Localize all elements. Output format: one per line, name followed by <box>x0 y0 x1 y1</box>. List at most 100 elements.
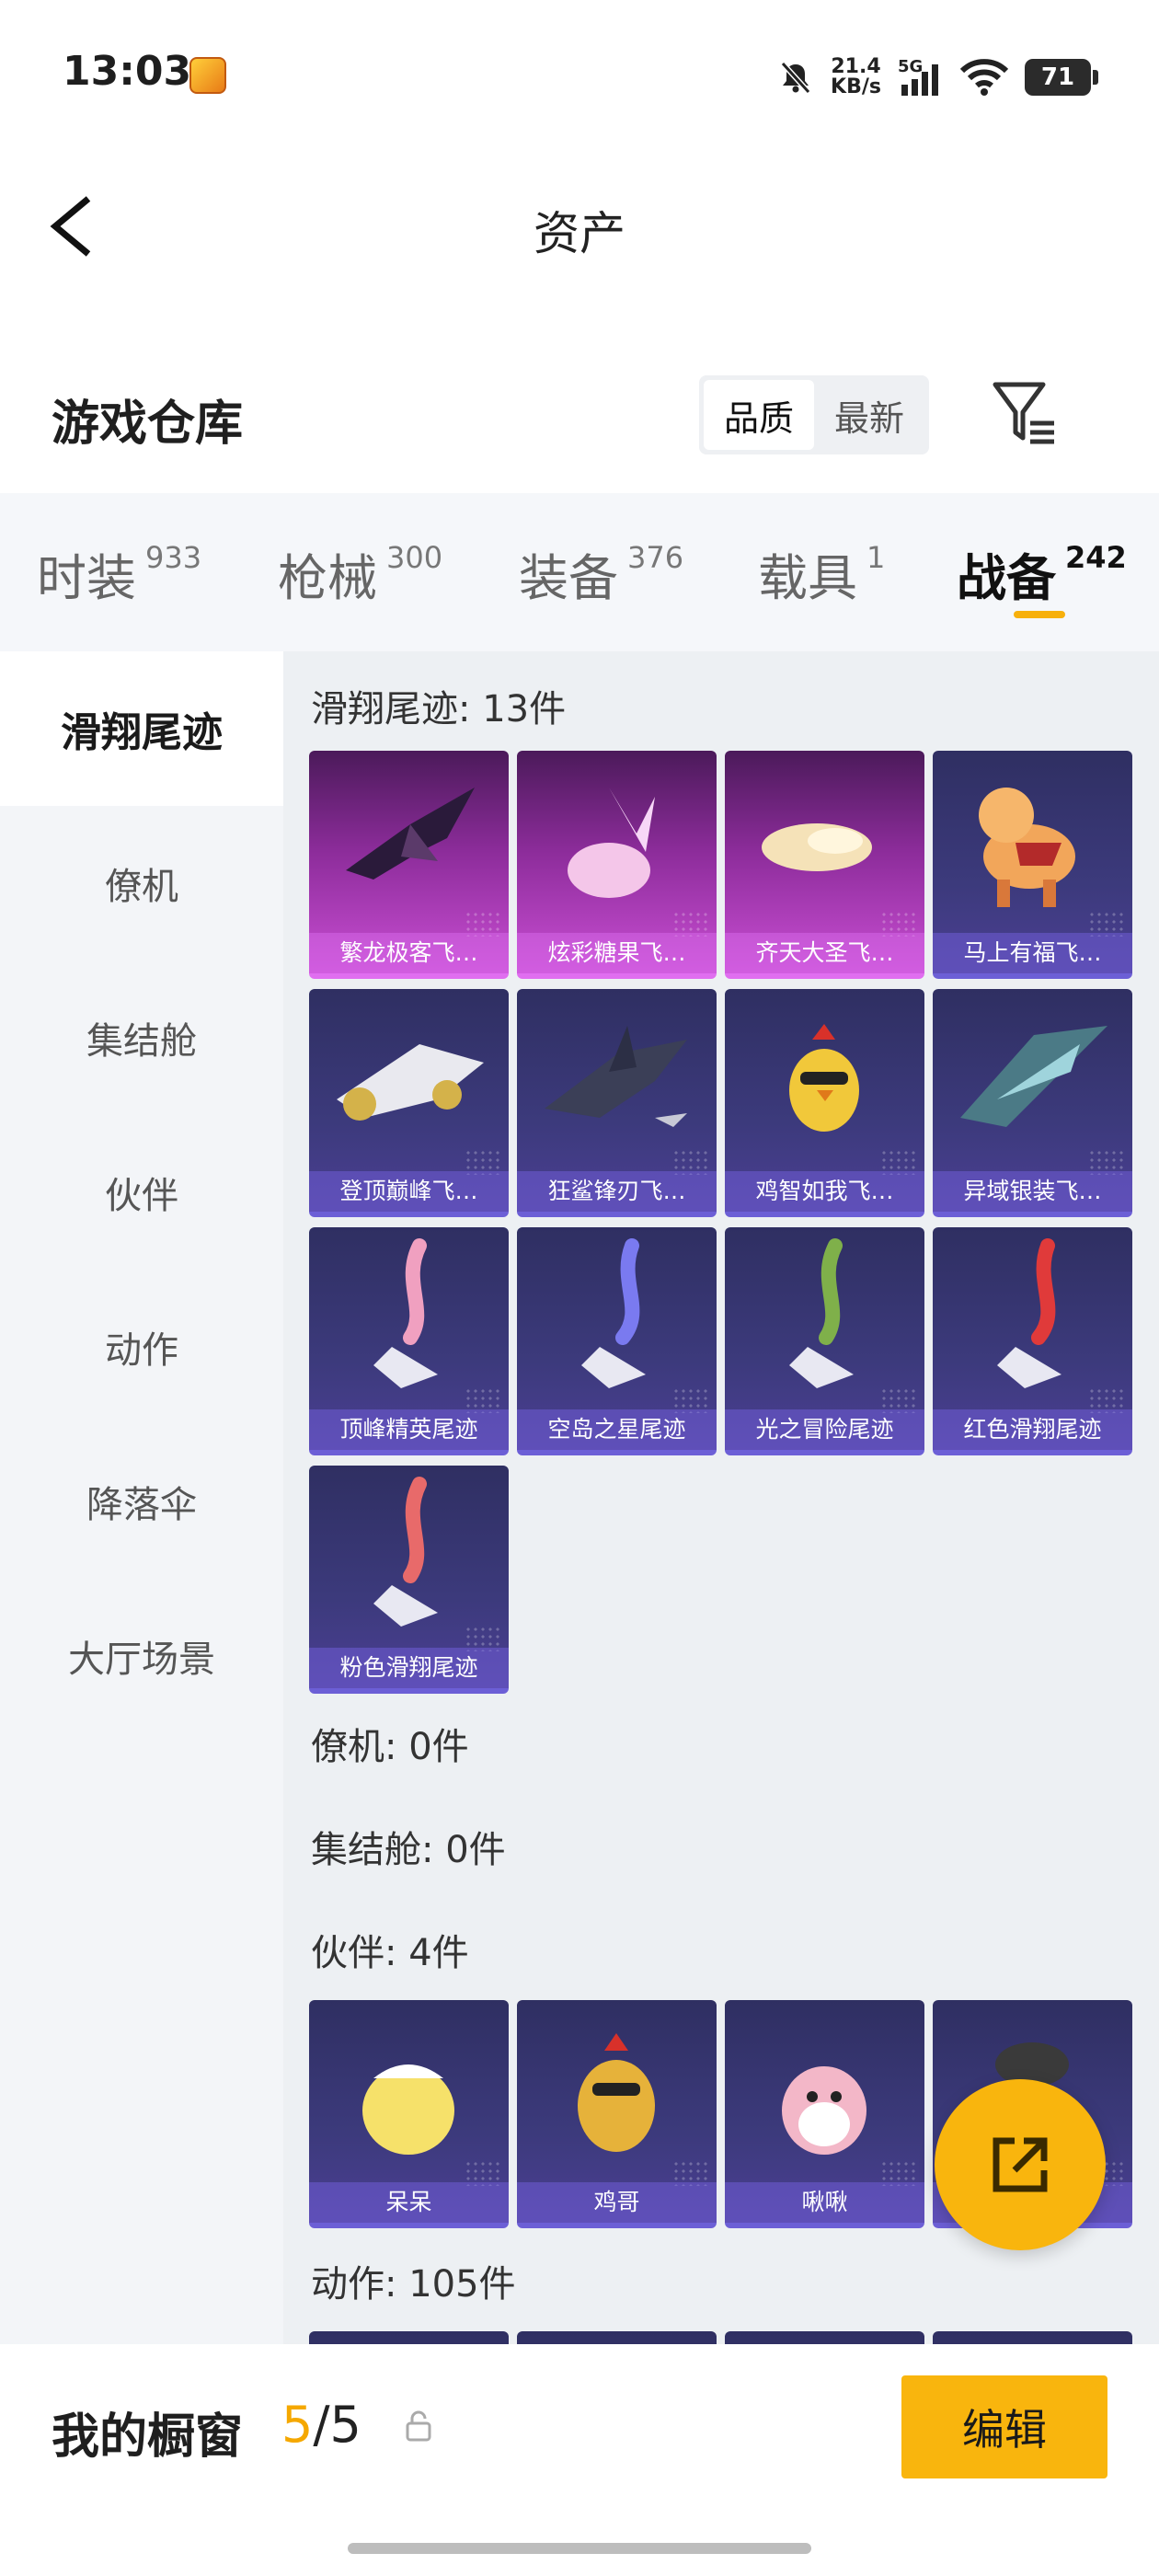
item-label: 顶峰精英尾迹 <box>309 1409 509 1450</box>
page-title: 资产 <box>534 207 625 260</box>
top-app-bar: 资产 <box>0 156 1159 294</box>
sort-option-quality[interactable]: 品质 <box>704 380 814 450</box>
item-label: 繁龙极客飞… <box>309 933 509 973</box>
mute-bell-icon <box>780 61 811 95</box>
sidebar-item-emote[interactable]: 动作 <box>0 1270 283 1424</box>
item-card[interactable]: 马上有福飞… <box>933 751 1132 979</box>
item-label: 啾啾 <box>725 2182 924 2223</box>
section-header-partner: 伙伴: 4件 <box>311 1932 469 1974</box>
sort-option-latest[interactable]: 最新 <box>814 380 924 450</box>
item-card[interactable]: 空岛之星尾迹 <box>517 1227 717 1455</box>
sidebar-item-lobby-scene[interactable]: 大厅场景 <box>0 1579 283 1733</box>
item-label: 鸡哥 <box>517 2182 717 2223</box>
tab-count: 1 <box>866 540 886 575</box>
tab-label: 枪械 <box>278 549 377 607</box>
item-card[interactable]: 鸡哥 <box>517 2000 717 2228</box>
tab-weapons[interactable]: 枪械 300 <box>278 537 442 610</box>
item-card[interactable]: 呆呆 <box>309 2000 509 2228</box>
item-card[interactable]: 啾啾 <box>725 2000 924 2228</box>
item-card[interactable]: 粉色滑翔尾迹 <box>309 1466 509 1694</box>
unlock-icon <box>406 2410 431 2442</box>
share-icon <box>993 2137 1048 2192</box>
showcase-bar: 我的橱窗 5/5 编辑 <box>0 2344 1159 2576</box>
chicken-glider-icon <box>789 1024 859 1132</box>
item-card[interactable]: 齐天大圣飞… <box>725 751 924 979</box>
red-trail-icon <box>997 1238 1061 1388</box>
item-label: 光之冒险尾迹 <box>725 1409 924 1450</box>
item-card[interactable]: 红色滑翔尾迹 <box>933 1227 1132 1455</box>
item-label: 粉色滑翔尾迹 <box>309 1648 509 1688</box>
tab-label: 载具 <box>758 549 857 607</box>
item-label: 狂鲨锋刃飞… <box>517 1171 717 1212</box>
edit-button[interactable]: 编辑 <box>901 2375 1107 2478</box>
jet-glider-icon <box>337 1044 484 1121</box>
tab-count: 933 <box>145 540 202 575</box>
silver-glider-icon <box>960 1026 1107 1127</box>
item-card[interactable]: 异域银装飞… <box>933 989 1132 1217</box>
filter-icon[interactable] <box>988 377 1061 451</box>
app-notification-icon <box>189 57 226 94</box>
status-icons: 21.4 KB/s 5G 71 <box>777 50 1098 105</box>
sidebar-item-glide-trail[interactable]: 滑翔尾迹 <box>0 651 283 806</box>
item-card[interactable] <box>517 2331 717 2344</box>
cloud-glider-icon <box>762 823 872 871</box>
green-trail-icon <box>789 1238 854 1388</box>
sidebar-item-wingman[interactable]: 僚机 <box>0 806 283 960</box>
item-card[interactable]: 狂鲨锋刃飞… <box>517 989 717 1217</box>
item-card[interactable]: 登顶巅峰飞… <box>309 989 509 1217</box>
item-card[interactable] <box>309 2331 509 2344</box>
section-header-capsule: 集结舱: 0件 <box>311 1829 506 1871</box>
item-card[interactable] <box>725 2331 924 2344</box>
horse-glider-icon <box>979 788 1075 907</box>
tab-vehicles[interactable]: 载具 1 <box>758 537 885 610</box>
item-label: 呆呆 <box>309 2182 509 2223</box>
wifi-icon <box>960 59 1008 96</box>
section-header-emote: 动作: 105件 <box>311 2263 516 2306</box>
sidebar-item-capsule[interactable]: 集结舱 <box>0 960 283 1115</box>
net-speed-unit: KB/s <box>831 75 881 98</box>
battery-indicator: 71 <box>1025 59 1098 96</box>
subcategory-sidebar: 滑翔尾迹 僚机 集结舱 伙伴 动作 降落伞 大厅场景 <box>0 651 283 2344</box>
active-tab-indicator <box>1014 611 1065 618</box>
item-card[interactable]: 顶峰精英尾迹 <box>309 1227 509 1455</box>
warehouse-header: 游戏仓库 品质 最新 <box>0 350 1159 488</box>
item-label: 炫彩糖果飞… <box>517 933 717 973</box>
item-label: 马上有福飞… <box>933 933 1132 973</box>
section-header-glide-trail: 滑翔尾迹: 13件 <box>311 688 567 730</box>
tab-label: 时装 <box>37 549 136 607</box>
showcase-count: 5/5 <box>281 2396 361 2454</box>
tab-count: 376 <box>627 540 684 575</box>
item-card[interactable]: 鸡智如我飞… <box>725 989 924 1217</box>
clock: 13:03 <box>63 48 192 95</box>
sidebar-item-partner[interactable]: 伙伴 <box>0 1115 283 1270</box>
signal-indicator: 5G <box>898 57 944 98</box>
bird-partner-icon <box>782 2066 866 2155</box>
tab-equipment[interactable]: 装备 376 <box>519 537 683 610</box>
shark-glider-icon <box>545 1026 687 1127</box>
share-button[interactable] <box>935 2079 1106 2250</box>
tab-label: 战备 <box>957 549 1056 607</box>
rooster-partner-icon <box>578 2033 655 2152</box>
item-card[interactable]: 炫彩糖果飞… <box>517 751 717 979</box>
item-label: 鸡智如我飞… <box>725 1171 924 1212</box>
tab-combat-gear[interactable]: 战备 242 <box>957 537 1127 610</box>
item-card[interactable]: 繁龙极客飞… <box>309 751 509 979</box>
home-indicator[interactable] <box>348 2543 811 2554</box>
rainbow-trail-icon <box>373 1238 438 1388</box>
item-label: 齐天大圣飞… <box>725 933 924 973</box>
warehouse-title: 游戏仓库 <box>52 397 244 452</box>
network-speed: 21.4 KB/s <box>831 57 881 98</box>
star-trail-icon <box>581 1238 646 1388</box>
emote-grid <box>309 2331 1133 2344</box>
sidebar-item-parachute[interactable]: 降落伞 <box>0 1424 283 1579</box>
showcase-title: 我的橱窗 <box>52 2409 244 2465</box>
net-speed-value: 21.4 <box>831 55 881 78</box>
tab-fashion[interactable]: 时装 933 <box>37 537 201 610</box>
showcase-total: /5 <box>313 2396 361 2454</box>
item-card[interactable] <box>933 2331 1132 2344</box>
item-label: 红色滑翔尾迹 <box>933 1409 1132 1450</box>
tab-count: 300 <box>386 540 443 575</box>
item-label: 异域银装飞… <box>933 1171 1132 1212</box>
item-card[interactable]: 光之冒险尾迹 <box>725 1227 924 1455</box>
pink-trail-icon <box>373 1477 438 1627</box>
